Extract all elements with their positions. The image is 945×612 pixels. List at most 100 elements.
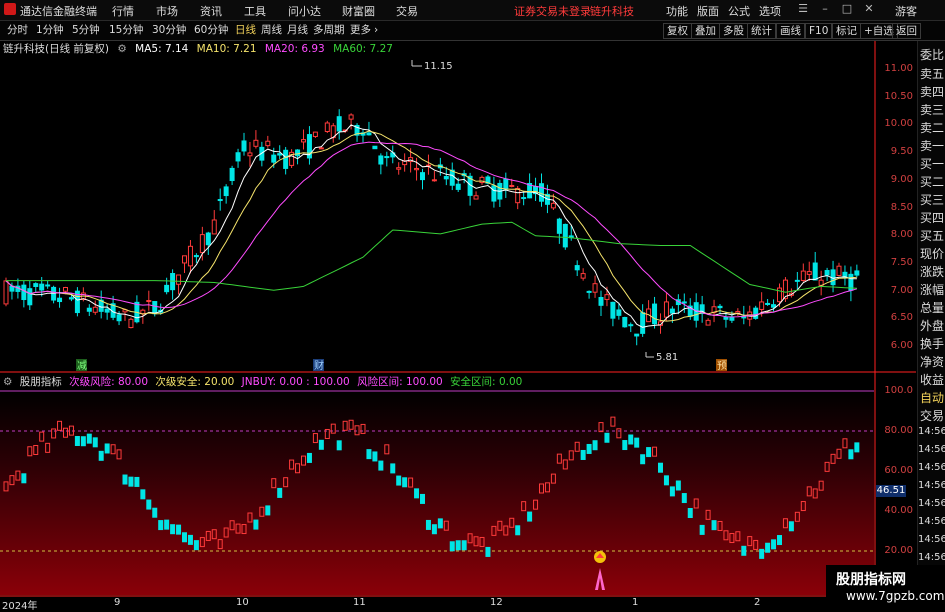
sidebar-time: 14:56 <box>918 498 945 509</box>
indicator-bar <box>592 440 598 451</box>
indicator-bar <box>771 539 777 550</box>
candle-body <box>509 184 515 187</box>
price-tick: 8.00 <box>890 229 913 240</box>
candle-body <box>420 172 425 181</box>
candle-body <box>324 122 330 133</box>
indicator-bar <box>420 493 425 504</box>
indicator-bar <box>182 532 187 543</box>
candle-body <box>205 232 211 246</box>
indicator-bar <box>622 440 628 451</box>
sidebar-label[interactable]: 卖三 <box>918 101 945 118</box>
indicator-bar <box>431 524 437 535</box>
candle-body <box>556 218 562 234</box>
candle-body <box>86 307 92 312</box>
indicator-settings-gear-icon[interactable]: ⚙ <box>3 376 12 388</box>
indicator-bar <box>170 524 176 535</box>
candle-body <box>229 167 235 182</box>
candle-body <box>372 145 378 150</box>
indicator-bar <box>699 524 705 535</box>
candle-body <box>443 176 449 180</box>
sidebar-label[interactable]: 买一 <box>918 155 945 172</box>
sidebar-label[interactable]: 买二 <box>918 173 945 190</box>
indicator-current-value-badge: 46.51 <box>876 485 906 497</box>
candle-body <box>348 114 354 120</box>
sidebar-label[interactable]: 卖二 <box>918 119 945 136</box>
sidebar-label[interactable]: 换手 <box>918 335 945 352</box>
ma5-line <box>5 124 857 328</box>
indicator-bar <box>437 518 443 529</box>
watermark-url: www.7gpzb.com <box>846 589 945 603</box>
candle-body <box>265 140 271 147</box>
indicator-tick: 80.00 <box>884 425 913 436</box>
sidebar-label[interactable]: 总量 <box>918 299 945 316</box>
candle-body <box>616 309 622 316</box>
candle-body <box>610 301 616 319</box>
indicator-bar <box>425 519 431 530</box>
indicator-field-safe-zone: 安全区间: 0.00 <box>450 376 523 388</box>
sidebar-label[interactable]: 现价 <box>918 245 945 262</box>
candle-body <box>765 302 771 305</box>
candle-body <box>550 202 556 209</box>
sidebar-label[interactable]: 净资 <box>918 353 945 370</box>
candle-body <box>539 183 544 202</box>
indicator-bar <box>193 540 199 551</box>
indicator-name[interactable]: 股朋指标 <box>20 376 62 388</box>
candle-body <box>128 318 134 329</box>
candle-body <box>241 140 247 152</box>
watermark: 股朋指标网 www.7gpzb.com <box>826 565 945 609</box>
x-tick: 9 <box>114 597 121 608</box>
sidebar-label[interactable]: 卖一 <box>918 137 945 154</box>
x-tick: 2024年 <box>2 601 38 612</box>
sidebar-label[interactable]: 涨幅 <box>918 281 945 298</box>
sidebar-time: 14:56 <box>918 480 945 491</box>
indicator-bar <box>21 473 27 484</box>
candle-body <box>235 152 241 162</box>
candle-body <box>634 333 640 337</box>
sidebar-label[interactable]: 卖四 <box>918 83 945 100</box>
indicator-bar <box>253 519 259 530</box>
x-tick: 11 <box>353 597 366 608</box>
candle-body <box>57 297 63 303</box>
candle-body <box>146 300 152 303</box>
sidebar-trade[interactable]: 交易 <box>918 407 945 424</box>
indicator-bar <box>848 449 854 460</box>
sidebar-label[interactable]: 委比 <box>918 46 945 63</box>
indicator-bar <box>86 433 92 444</box>
sidebar-label[interactable]: 买四 <box>918 209 945 226</box>
sidebar-time: 14:56 <box>918 534 945 545</box>
sidebar-label[interactable]: 外盘 <box>918 317 945 334</box>
sidebar-label[interactable]: 买三 <box>918 191 945 208</box>
indicator-bar <box>80 436 86 447</box>
candle-body <box>669 308 675 314</box>
sidebar-time: 14:56 <box>918 426 945 437</box>
x-tick: 10 <box>236 597 249 608</box>
low-price-label: 5.81 <box>656 352 678 363</box>
indicator-field-secondary-safe: 次级安全: 20.00 <box>155 376 235 388</box>
x-tick: 12 <box>490 597 503 608</box>
candle-body <box>33 283 39 287</box>
candle-body <box>771 304 777 308</box>
indicator-bar <box>402 477 408 488</box>
kline-chart[interactable]: 11.15 5.81 减 财 预 <box>0 0 945 609</box>
sidebar-label[interactable]: 卖五 <box>918 65 945 82</box>
candle-body <box>473 195 479 200</box>
sidebar-time: 14:56 <box>918 444 945 455</box>
price-tick: 6.50 <box>890 312 913 323</box>
indicator-bar <box>104 443 110 454</box>
candle-body <box>729 316 735 321</box>
sidebar-label[interactable]: 涨跌 <box>918 263 945 280</box>
sidebar-auto[interactable]: 自动 <box>918 389 945 406</box>
candle-body <box>312 131 318 137</box>
candle-body <box>598 297 604 306</box>
candle-body <box>176 274 182 285</box>
indicator-bar <box>765 542 771 553</box>
price-tick: 8.50 <box>890 202 913 213</box>
sidebar-label[interactable]: 收益 <box>918 371 945 388</box>
candle-body <box>604 294 610 300</box>
candle-body <box>806 271 812 275</box>
indicator-bar <box>140 489 146 500</box>
candle-body <box>640 312 646 334</box>
sidebar-label[interactable]: 买五 <box>918 227 945 244</box>
price-tick: 7.50 <box>890 257 913 268</box>
indicator-bar <box>759 548 765 559</box>
